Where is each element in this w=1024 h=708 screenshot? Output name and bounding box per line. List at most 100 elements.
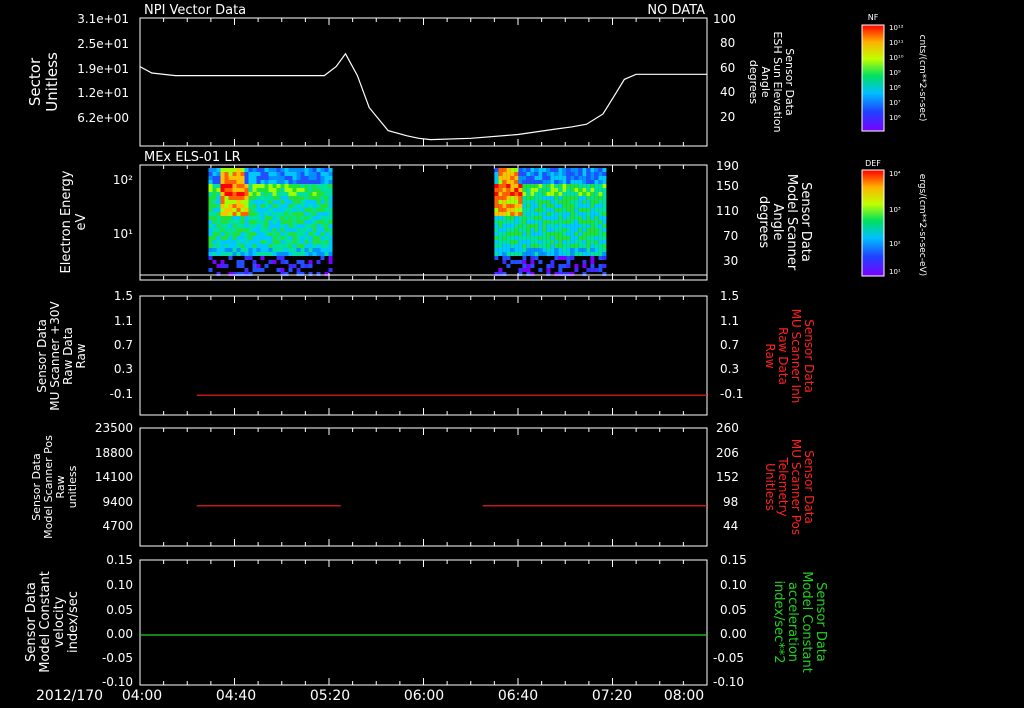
spectrogram-cell (534, 196, 539, 200)
spectrogram-cell (538, 240, 543, 244)
spectrogram-cell (284, 212, 289, 216)
spectrogram-cell (542, 224, 547, 228)
spectrogram-cell (324, 176, 329, 180)
spectrogram-cell (530, 228, 535, 232)
spectrogram-cell (280, 208, 285, 212)
spectrogram-cell (256, 264, 261, 268)
spectrogram-cell (244, 168, 249, 172)
spectrogram-cell (296, 236, 301, 240)
panel2-ylabel-right-0: Sensor Data (798, 182, 813, 262)
spectrogram-cell (268, 260, 273, 264)
spectrogram-cell (554, 256, 559, 260)
spectrogram-cell (494, 192, 499, 196)
spectrogram-cell (546, 200, 551, 204)
spectrogram-cell (598, 184, 603, 188)
spectrogram-cell (590, 196, 595, 200)
spectrogram-cell (538, 212, 543, 216)
spectrogram-cell (224, 192, 229, 196)
spectrogram-cell (244, 184, 249, 188)
spectrogram-cell (232, 248, 237, 252)
spectrogram-cell (260, 232, 265, 236)
spectrogram-cell (594, 216, 599, 220)
tick-label: 60 (720, 61, 735, 75)
spectrogram-cell (304, 184, 309, 188)
spectrogram-cell (252, 188, 257, 192)
spectrogram-cell (316, 244, 321, 248)
spectrogram-cell (586, 248, 591, 252)
spectrogram-cell (530, 168, 535, 172)
spectrogram-cell (598, 200, 603, 204)
spectrogram-cell (320, 252, 325, 256)
panel2-ylabel-right-2: Angle (770, 204, 785, 241)
spectrogram-cell (252, 220, 257, 224)
spectrogram-cell (244, 224, 249, 228)
spectrogram-cell (216, 252, 221, 256)
spectrogram-cell (260, 224, 265, 228)
spectrogram-cell (546, 244, 551, 248)
spectrogram-cell (256, 200, 261, 204)
spectrogram-cell (212, 212, 217, 216)
spectrogram-cell (558, 168, 563, 172)
spectrogram-cell (220, 216, 225, 220)
spectrogram-cell (308, 252, 313, 256)
spectrogram-cell (526, 228, 531, 232)
spectrogram-cell (220, 224, 225, 228)
spectrogram-cell (252, 176, 257, 180)
spectrogram-cell (296, 228, 301, 232)
spectrogram-cell (292, 220, 297, 224)
spectrogram-cell (566, 212, 571, 216)
spectrogram-cell (256, 168, 261, 172)
spectrogram-cell (582, 172, 587, 176)
spectrogram-cell (570, 188, 575, 192)
spectrogram-cell (220, 184, 225, 188)
colorbar-nf-title: NF (868, 13, 879, 22)
spectrogram-cell (232, 192, 237, 196)
spectrogram-cell (324, 232, 329, 236)
panel3-left-ticks: 1.5 1.1 0.7 0.3 -0.1 (110, 289, 133, 401)
spectrogram-cell (518, 180, 523, 184)
spectrogram-cell (530, 196, 535, 200)
spectrogram-cell (574, 188, 579, 192)
spectrogram-cell (212, 180, 217, 184)
spectrogram-cell (260, 176, 265, 180)
spectrogram-cell (538, 208, 543, 212)
colorbar-def-gradient (861, 169, 885, 277)
x-tick-label: 04:00 (122, 688, 162, 704)
spectrogram-cell (502, 260, 507, 264)
spectrogram-cell (224, 188, 229, 192)
spectrogram-cell (224, 264, 229, 268)
spectrogram-cell (586, 176, 591, 180)
spectrogram-cell (244, 196, 249, 200)
spectrogram-cell (538, 180, 543, 184)
spectrogram-cell (264, 196, 269, 200)
spectrogram-cell (304, 212, 309, 216)
spectrogram-cell (566, 176, 571, 180)
spectrogram-cell (506, 208, 511, 212)
spectrogram-cell (276, 168, 281, 172)
spectrogram-cell (240, 208, 245, 212)
spectrogram-cell (542, 180, 547, 184)
spectrogram-cell (212, 252, 217, 256)
spectrogram-cell (538, 200, 543, 204)
spectrogram-cell (240, 216, 245, 220)
spectrogram-cell (328, 192, 333, 196)
spectrogram-cell (264, 216, 269, 220)
spectrogram-cell (562, 212, 567, 216)
spectrogram-cell (574, 236, 579, 240)
spectrogram-cell (300, 168, 305, 172)
spectrogram-cell (240, 172, 245, 176)
spectrogram-cell (280, 228, 285, 232)
spectrogram-cell (308, 184, 313, 188)
spectrogram-cell (308, 248, 313, 252)
spectrogram-cell (578, 200, 583, 204)
spectrogram-cell (538, 192, 543, 196)
spectrogram-cell (514, 204, 519, 208)
spectrogram-cell (578, 172, 583, 176)
spectrogram-cell (562, 192, 567, 196)
spectrogram-cell (304, 180, 309, 184)
spectrogram-cell (518, 240, 523, 244)
panel4-ylabel-right-0: Sensor Data (802, 450, 816, 524)
spectrogram-cell (328, 188, 333, 192)
spectrogram-cell (212, 188, 217, 192)
spectrogram-cell (574, 200, 579, 204)
